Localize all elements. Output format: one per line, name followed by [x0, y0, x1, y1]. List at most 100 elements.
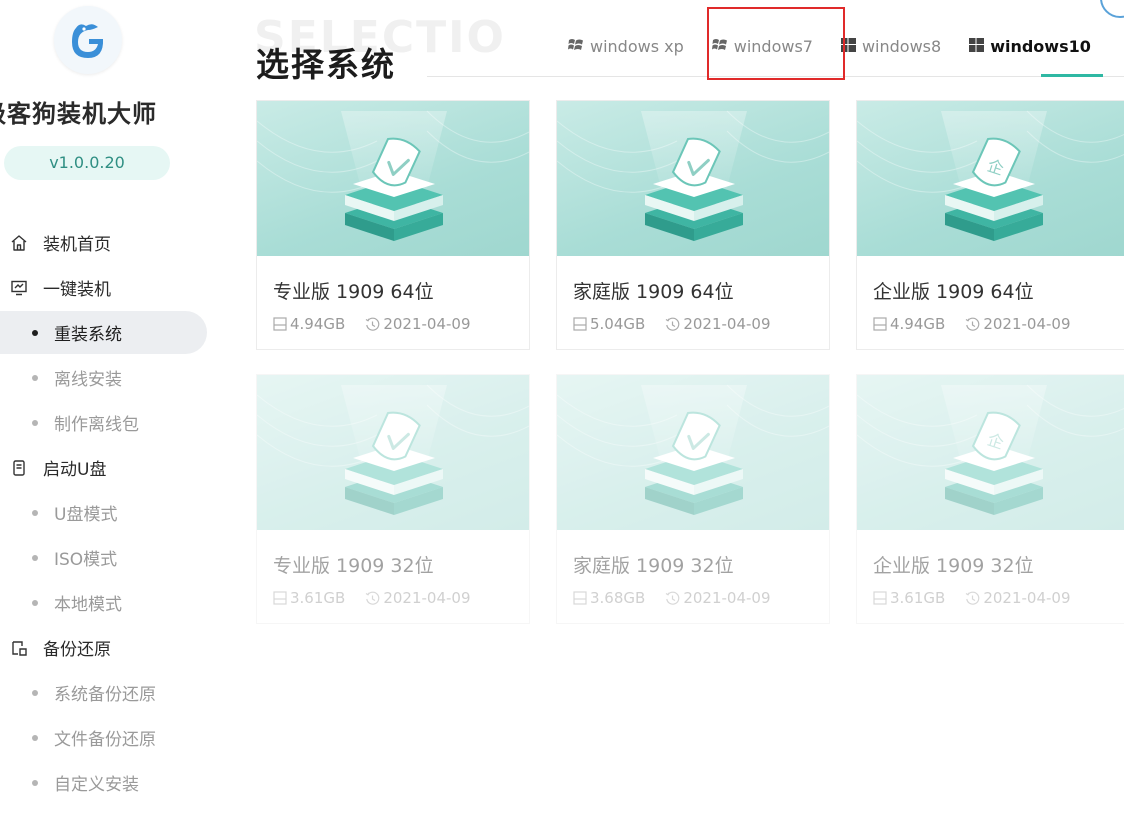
disk-size-icon — [273, 317, 287, 331]
sidebar-item-label: 一键装机 — [43, 280, 111, 300]
dog-logo-icon — [72, 24, 104, 58]
sidebar-item-label: U盘模式 — [54, 505, 118, 525]
bullet-dot-icon — [32, 374, 38, 381]
system-card[interactable]: 企企业版 1909 32位 3.61GB 2021-04-09 — [856, 374, 1124, 624]
system-thumbnail — [257, 375, 529, 530]
system-size: 3.61GB — [290, 589, 346, 607]
system-thumbnail — [257, 101, 529, 256]
date-group: 2021-04-09 — [365, 589, 471, 607]
system-meta: 4.94GB 2021-04-09 — [273, 315, 471, 333]
system-name: 企业版 1909 64位 — [873, 281, 1034, 303]
window-action-button[interactable] — [1100, 0, 1124, 18]
monitor-icon — [9, 278, 29, 298]
windows-modern-icon — [969, 37, 985, 56]
sidebar-section-5[interactable]: 启动U盘 — [0, 445, 222, 490]
bullet-dot-icon — [32, 599, 38, 606]
system-thumbnail — [557, 101, 829, 256]
system-name: 家庭版 1909 32位 — [573, 555, 734, 577]
sidebar-item-6[interactable]: U盘模式 — [0, 490, 222, 535]
clock-icon — [365, 591, 380, 606]
backup-icon — [9, 638, 29, 658]
sidebar-section-1[interactable]: 一键装机 — [0, 265, 222, 310]
disk-size-icon — [573, 591, 587, 605]
sidebar-item-label: 装机首页 — [43, 235, 111, 255]
sidebar-item-label: 备份还原 — [43, 640, 111, 660]
system-date: 2021-04-09 — [683, 315, 771, 333]
system-name: 家庭版 1909 64位 — [573, 281, 734, 303]
bullet-dot-icon — [32, 689, 38, 696]
clock-icon — [665, 591, 680, 606]
sidebar-item-4[interactable]: 制作离线包 — [0, 400, 222, 445]
sidebar-item-3[interactable]: 离线安装 — [0, 355, 222, 400]
system-size: 4.94GB — [290, 315, 346, 333]
sidebar-item-label: 离线安装 — [54, 370, 122, 390]
system-date: 2021-04-09 — [983, 315, 1071, 333]
disk-size-icon — [273, 591, 287, 605]
date-group: 2021-04-09 — [365, 315, 471, 333]
tab-label: windows10 — [990, 36, 1091, 56]
disk-size-icon — [873, 591, 887, 605]
sidebar-item-2[interactable]: 重装系统 — [0, 311, 207, 354]
sidebar-item-12[interactable]: 自定义安装 — [0, 760, 222, 805]
system-card[interactable]: 专业版 1909 32位 3.61GB 2021-04-09 — [256, 374, 530, 624]
date-group: 2021-04-09 — [665, 315, 771, 333]
system-card[interactable]: 家庭版 1909 64位 5.04GB 2021-04-09 — [556, 100, 830, 350]
sidebar-item-label: 系统备份还原 — [54, 685, 156, 705]
version-badge: v1.0.0.20 — [4, 146, 170, 180]
clock-icon — [665, 317, 680, 332]
highlight-box-windows7 — [707, 7, 845, 80]
date-group: 2021-04-09 — [965, 315, 1071, 333]
sidebar-item-10[interactable]: 系统备份还原 — [0, 670, 222, 715]
sidebar-item-label: 重装系统 — [54, 325, 122, 345]
sidebar-item-8[interactable]: 本地模式 — [0, 580, 222, 625]
bullet-dot-icon — [32, 779, 38, 786]
sidebar-item-11[interactable]: 文件备份还原 — [0, 715, 222, 760]
active-tab-underline — [1041, 74, 1103, 77]
app-name: 级客狗装机大师 — [0, 100, 157, 128]
system-name: 企业版 1909 32位 — [873, 555, 1034, 577]
windows-legacy-icon — [568, 37, 584, 56]
sidebar-item-7[interactable]: ISO模式 — [0, 535, 222, 580]
tab-windows8[interactable]: windows8 — [840, 32, 942, 60]
clock-icon — [965, 591, 980, 606]
main-content: SELECTIO 选择系统 windows xp windows7 windows8… — [222, 0, 1124, 819]
tab-label: windows8 — [861, 36, 942, 56]
sidebar-section-0[interactable]: 装机首页 — [0, 220, 222, 265]
system-card[interactable]: 企企业版 1909 64位 4.94GB 2021-04-09 — [856, 100, 1124, 350]
clock-icon — [365, 317, 380, 332]
clock-icon — [965, 317, 980, 332]
system-size: 3.61GB — [890, 589, 946, 607]
system-date: 2021-04-09 — [983, 589, 1071, 607]
system-date: 2021-04-09 — [683, 589, 771, 607]
sidebar-item-label: 本地模式 — [54, 595, 122, 615]
system-name: 专业版 1909 64位 — [273, 281, 434, 303]
sidebar-section-9[interactable]: 备份还原 — [0, 625, 222, 670]
sidebar-item-label: 自定义安装 — [54, 775, 139, 795]
system-card[interactable]: 家庭版 1909 32位 3.68GB 2021-04-09 — [556, 374, 830, 624]
disk-size-icon — [873, 317, 887, 331]
system-thumbnail — [557, 375, 829, 530]
system-thumbnail: 企 — [857, 101, 1124, 256]
system-date: 2021-04-09 — [383, 315, 471, 333]
bullet-dot-icon — [32, 509, 38, 516]
bullet-dot-icon — [32, 419, 38, 426]
home-icon — [9, 233, 29, 253]
bullet-dot-icon — [32, 554, 38, 561]
app-window: 级客狗装机大师 v1.0.0.20 装机首页一键装机重装系统离线安装制作离线包启… — [0, 0, 1124, 819]
system-size: 4.94GB — [890, 315, 946, 333]
tab-windows-xp[interactable]: windows xp — [568, 32, 684, 60]
system-size: 5.04GB — [590, 315, 646, 333]
system-name: 专业版 1909 32位 — [273, 555, 434, 577]
system-card[interactable]: 专业版 1909 64位 4.94GB 2021-04-09 — [256, 100, 530, 350]
system-meta: 3.61GB 2021-04-09 — [873, 589, 1071, 607]
system-date: 2021-04-09 — [383, 589, 471, 607]
usb-drive-icon — [9, 458, 29, 478]
sidebar-item-label: 启动U盘 — [43, 460, 107, 480]
bullet-dot-icon — [32, 734, 38, 741]
system-meta: 3.68GB 2021-04-09 — [573, 589, 771, 607]
tab-windows10[interactable]: windows10 — [969, 32, 1091, 60]
disk-size-icon — [573, 317, 587, 331]
system-meta: 4.94GB 2021-04-09 — [873, 315, 1071, 333]
sidebar: 级客狗装机大师 v1.0.0.20 装机首页一键装机重装系统离线安装制作离线包启… — [0, 0, 222, 819]
system-meta: 5.04GB 2021-04-09 — [573, 315, 771, 333]
